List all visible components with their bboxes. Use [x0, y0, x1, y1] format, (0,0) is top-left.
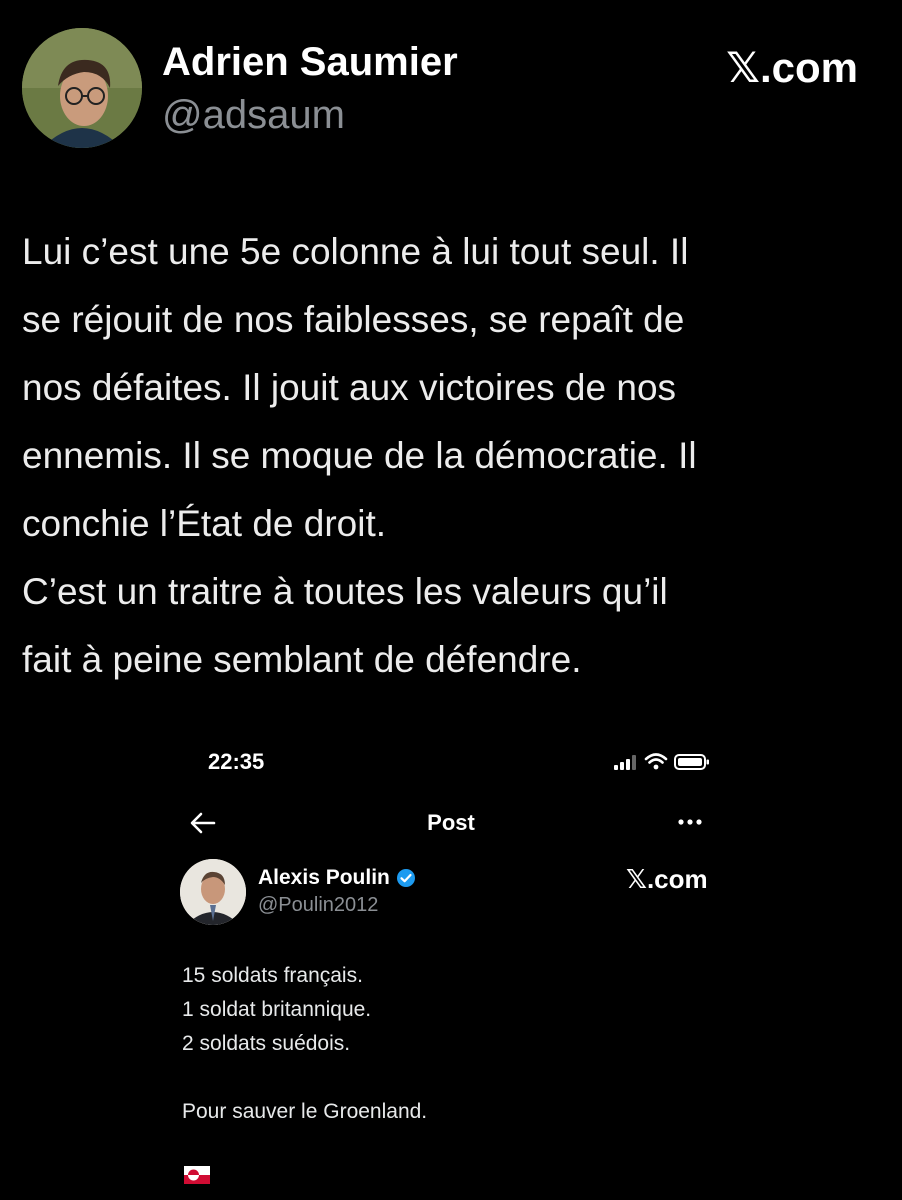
- status-bar-icons: [614, 753, 709, 770]
- quoted-text-line: [182, 1129, 427, 1163]
- x-brand-logo: 𝕏.com: [726, 44, 858, 91]
- verified-badge-icon: [396, 869, 415, 887]
- quoted-name-row: Alexis Poulin: [258, 866, 416, 890]
- more-dots-icon[interactable]: [674, 812, 708, 832]
- x-brand-logo: 𝕏.com: [626, 864, 708, 894]
- tweet-line: fait à peine semblant de défendre.: [22, 639, 582, 680]
- greenland-flag-icon: [184, 1166, 210, 1184]
- tweet-line: nos défaites. Il jouit aux victoires de …: [22, 367, 677, 408]
- quoted-text-line: 15 soldats français.: [182, 964, 363, 987]
- author-handle[interactable]: @adsaum: [162, 93, 345, 138]
- profile-photo-icon: [22, 28, 142, 148]
- quoted-author-avatar[interactable]: [180, 859, 246, 925]
- quoted-text-line: 2 soldats suédois.: [182, 1032, 351, 1055]
- quoted-post-text: 15 soldats français. 1 soldat britanniqu…: [182, 959, 427, 1163]
- profile-photo-icon: [180, 859, 246, 925]
- quoted-text-line: Pour sauver le Groenland.: [182, 1100, 428, 1123]
- tweet-line: Lui c’est une 5e colonne à lui tout seul…: [22, 231, 689, 272]
- wifi-icon: [644, 753, 668, 770]
- tweet-line: C’est un traitre à toutes les valeurs qu…: [22, 571, 668, 612]
- nav-title: Post: [427, 810, 475, 835]
- status-bar-time: 22:35: [208, 749, 265, 774]
- signal-icon: [614, 755, 636, 770]
- tweet-text: Lui c’est une 5e colonne à lui tout seul…: [22, 218, 882, 694]
- tweet-line: ennemis. Il se moque de la démocratie. I…: [22, 435, 697, 476]
- author-name[interactable]: Adrien Saumier: [162, 40, 458, 85]
- quoted-text-line: [182, 1061, 427, 1095]
- tweet-line: se réjouit de nos faiblesses, se repaît …: [22, 299, 685, 340]
- tweet-line: conchie l’État de droit.: [22, 503, 387, 544]
- quoted-text-line: 1 soldat britannique.: [182, 998, 372, 1021]
- quoted-author-handle[interactable]: @Poulin2012: [258, 894, 378, 917]
- author-avatar[interactable]: [22, 28, 142, 148]
- quoted-author-name[interactable]: Alexis Poulin: [258, 866, 390, 890]
- battery-icon: [674, 754, 709, 770]
